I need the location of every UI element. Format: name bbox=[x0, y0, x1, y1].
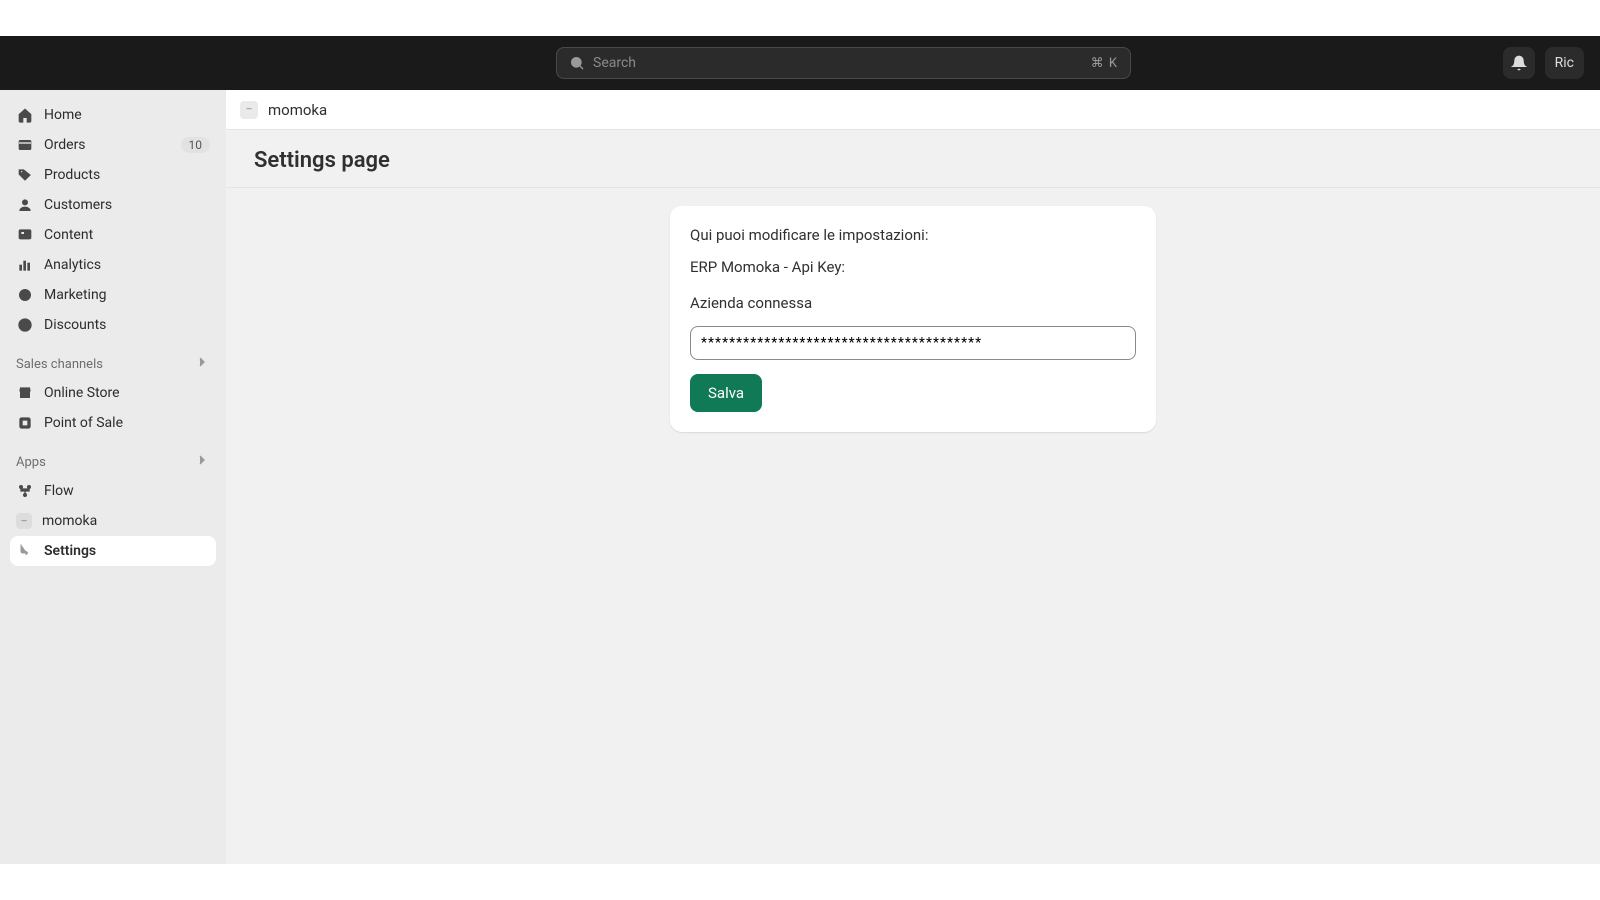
orders-badge: 10 bbox=[181, 137, 211, 153]
sidebar-item-label: Customers bbox=[44, 197, 210, 213]
page-title: Settings page bbox=[254, 148, 1572, 173]
analytics-icon bbox=[16, 256, 34, 274]
sidebar-item-label: Orders bbox=[44, 137, 181, 153]
breadcrumb: — momoka bbox=[226, 90, 1600, 130]
chevron-right-icon bbox=[194, 354, 210, 374]
global-search[interactable]: Search ⌘ K bbox=[556, 47, 1131, 79]
api-key-input[interactable] bbox=[690, 326, 1136, 360]
search-shortcut: ⌘ K bbox=[1091, 56, 1118, 71]
user-menu[interactable]: Ric bbox=[1545, 47, 1584, 79]
sidebar-section-apps[interactable]: Apps bbox=[10, 448, 216, 476]
app-icon: — bbox=[240, 101, 258, 119]
tree-connector-icon bbox=[16, 543, 34, 559]
card-intro: Qui puoi modificare le impostazioni: bbox=[690, 226, 1136, 244]
sidebar-app-momoka[interactable]: — momoka bbox=[10, 506, 216, 536]
sidebar-channel-online-store[interactable]: Online Store bbox=[10, 378, 216, 408]
section-label: Sales channels bbox=[16, 357, 194, 372]
sidebar-item-label: Online Store bbox=[44, 385, 210, 401]
sidebar-section-sales-channels[interactable]: Sales channels bbox=[10, 350, 216, 378]
discount-icon bbox=[16, 316, 34, 334]
sidebar-item-content[interactable]: Content bbox=[10, 220, 216, 250]
home-icon bbox=[16, 106, 34, 124]
sidebar-item-orders[interactable]: Orders 10 bbox=[10, 130, 216, 160]
sidebar-item-customers[interactable]: Customers bbox=[10, 190, 216, 220]
section-label: Apps bbox=[16, 455, 194, 470]
flow-icon bbox=[16, 482, 34, 500]
main: — momoka Settings page Qui puoi modifica… bbox=[226, 90, 1600, 900]
person-icon bbox=[16, 196, 34, 214]
sidebar: Home Orders 10 Products Customers Conten… bbox=[0, 90, 226, 900]
sidebar-item-label: Analytics bbox=[44, 257, 210, 273]
orders-icon bbox=[16, 136, 34, 154]
pos-icon bbox=[16, 414, 34, 432]
sidebar-app-flow[interactable]: Flow bbox=[10, 476, 216, 506]
sidebar-item-label: Point of Sale bbox=[44, 415, 210, 431]
content-icon bbox=[16, 226, 34, 244]
stage-bottom-strip bbox=[0, 864, 1600, 900]
sidebar-item-label: Home bbox=[44, 107, 210, 123]
company-label: Azienda connessa bbox=[690, 294, 1136, 312]
sidebar-item-label: Flow bbox=[44, 483, 210, 499]
sidebar-item-discounts[interactable]: Discounts bbox=[10, 310, 216, 340]
target-icon bbox=[16, 286, 34, 304]
api-key-label: ERP Momoka - Api Key: bbox=[690, 258, 1136, 276]
topbar: Search ⌘ K Ric bbox=[0, 36, 1600, 90]
breadcrumb-app-name[interactable]: momoka bbox=[268, 101, 327, 119]
sidebar-item-label: momoka bbox=[42, 513, 210, 529]
sidebar-item-marketing[interactable]: Marketing bbox=[10, 280, 216, 310]
sidebar-item-label: Products bbox=[44, 167, 210, 183]
tag-icon bbox=[16, 166, 34, 184]
sidebar-item-label: Content bbox=[44, 227, 210, 243]
sidebar-item-products[interactable]: Products bbox=[10, 160, 216, 190]
save-button[interactable]: Salva bbox=[690, 374, 762, 412]
chevron-right-icon bbox=[194, 452, 210, 472]
notifications-button[interactable] bbox=[1503, 47, 1535, 79]
app-icon: — bbox=[16, 513, 32, 529]
sidebar-channel-pos[interactable]: Point of Sale bbox=[10, 408, 216, 438]
sidebar-item-label: Marketing bbox=[44, 287, 210, 303]
page-header: Settings page bbox=[226, 130, 1600, 188]
sidebar-item-home[interactable]: Home bbox=[10, 100, 216, 130]
search-placeholder: Search bbox=[593, 55, 1091, 71]
sidebar-app-subitem-settings[interactable]: Settings bbox=[10, 536, 216, 566]
sidebar-item-label: Settings bbox=[44, 543, 96, 559]
settings-card: Qui puoi modificare le impostazioni: ERP… bbox=[670, 206, 1156, 432]
sidebar-item-analytics[interactable]: Analytics bbox=[10, 250, 216, 280]
user-label: Ric bbox=[1555, 55, 1574, 71]
browser-top-strip bbox=[0, 0, 1600, 36]
sidebar-item-label: Discounts bbox=[44, 317, 210, 333]
store-icon bbox=[16, 384, 34, 402]
search-icon bbox=[569, 55, 585, 71]
